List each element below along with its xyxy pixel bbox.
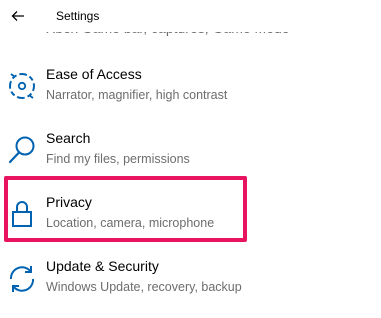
settings-item-label: Search <box>46 130 91 146</box>
settings-item-ease-of-access[interactable]: Ease of Access Narrator, magnifier, high… <box>0 66 381 126</box>
back-button[interactable] <box>0 0 36 32</box>
settings-item-description: Narrator, magnifier, high contrast <box>46 88 228 102</box>
sync-icon <box>9 266 35 292</box>
back-arrow-icon <box>11 11 24 21</box>
settings-item-description: Find my files, permissions <box>46 152 190 166</box>
settings-item-label: Update & Security <box>46 258 159 274</box>
search-icon <box>8 136 35 164</box>
highlight-box <box>4 176 247 242</box>
settings-item-update-security[interactable]: Update & Security Windows Update, recove… <box>0 258 381 318</box>
title-bar: Settings <box>0 0 381 32</box>
page-title: Settings <box>56 9 100 23</box>
ease-of-access-icon <box>9 73 35 99</box>
settings-item-label: Ease of Access <box>46 66 142 82</box>
settings-item-description: Windows Update, recovery, backup <box>46 280 242 294</box>
